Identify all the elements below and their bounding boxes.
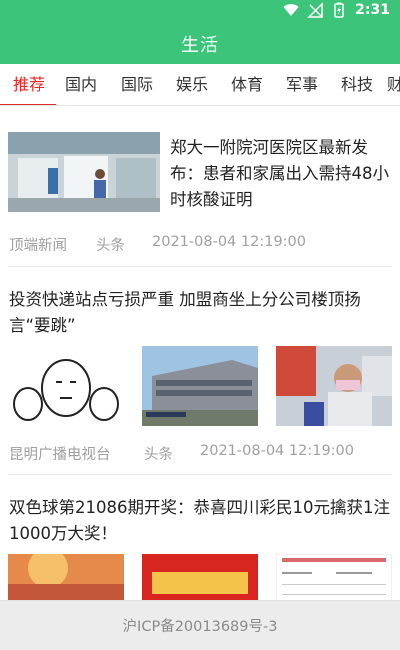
news-thumbnail-man	[276, 346, 392, 426]
news-title[interactable]: 投资快递站点亏损严重 加盟商坐上分公司楼顶扬言“要跳”	[9, 287, 393, 339]
status-bar: 2:31	[0, 0, 400, 24]
tab-entertainment[interactable]: 娱乐	[167, 64, 217, 105]
status-icons: 2:31	[283, 2, 390, 18]
tab-international[interactable]: 国际	[112, 64, 162, 105]
tab-military[interactable]: 军事	[277, 64, 327, 105]
news-source: 昆明广播电视台	[9, 447, 111, 463]
news-thumbnail-building	[142, 346, 258, 426]
status-time: 2:31	[355, 2, 390, 18]
tab-sports[interactable]: 体育	[222, 64, 272, 105]
tab-finance[interactable]: 财	[387, 64, 400, 105]
footer: 沪ICP备20013689号-3	[0, 600, 400, 650]
divider	[8, 474, 392, 475]
news-thumbnail-cartoon	[8, 346, 124, 426]
divider	[8, 266, 392, 267]
app-title: 生活	[181, 35, 219, 56]
news-title[interactable]: 双色球第21086期开奖：恭喜四川彩民10元擒获1注1000万大奖！	[9, 495, 393, 547]
icp-license[interactable]: 沪ICP备20013689号-3	[123, 615, 278, 636]
no-signal-icon	[307, 2, 323, 18]
news-tag: 头条	[144, 447, 173, 463]
tab-technology[interactable]: 科技	[332, 64, 382, 105]
news-feed[interactable]: 郑大一附院河医院区最新发布：患者和家属出入需持48小时核酸证明 顶端新闻 头条 …	[0, 106, 400, 600]
news-time: 2021-08-04 12:19:00	[152, 234, 306, 250]
news-thumbnail-celebration	[8, 554, 124, 600]
news-thumbnail-hospital	[8, 132, 160, 212]
news-thumbnail-document	[276, 554, 392, 600]
news-tag: 头条	[96, 238, 125, 254]
category-tabs: 推荐 国内 国际 娱乐 体育 军事 科技 财	[0, 64, 400, 106]
app-bar: 生活	[0, 24, 400, 64]
news-source: 顶端新闻	[9, 238, 67, 254]
news-time: 2021-08-04 12:19:00	[200, 443, 354, 459]
tab-domestic[interactable]: 国内	[56, 64, 106, 105]
wifi-icon	[283, 4, 299, 16]
tab-recommend[interactable]: 推荐	[4, 64, 54, 105]
battery-icon	[334, 2, 344, 18]
news-title[interactable]: 郑大一附院河医院区最新发布：患者和家属出入需持48小时核酸证明	[170, 135, 392, 213]
news-thumbnail-lottery-banner	[142, 554, 258, 600]
